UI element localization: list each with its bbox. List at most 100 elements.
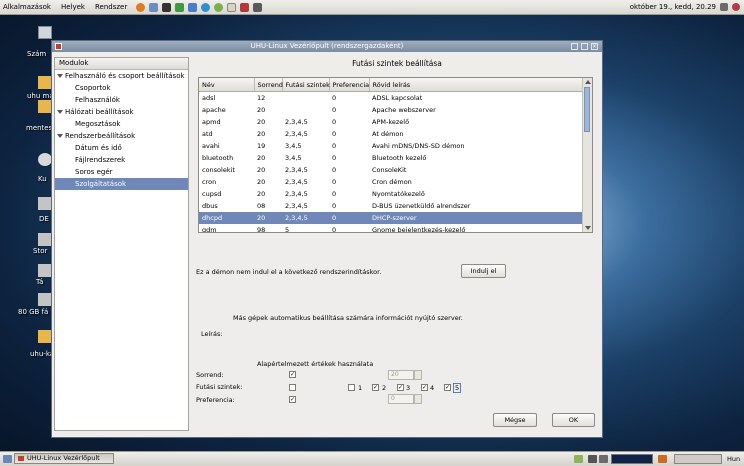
browser-icon[interactable]: [136, 2, 146, 12]
ok-button[interactable]: OK: [552, 413, 595, 427]
menu-places[interactable]: Helyek: [56, 3, 90, 11]
table-row[interactable]: cron 20 2,3,4,5 0 Cron démon: [199, 176, 584, 188]
sidebar-category-system[interactable]: Rendszerbeállítások: [55, 130, 188, 142]
table-row[interactable]: atd 20 2,3,4,5 0 At démon: [199, 128, 584, 140]
table-row[interactable]: apmd 20 2,3,4,5 0 APM-kezelő: [199, 116, 584, 128]
desktop-label-de[interactable]: DE: [39, 215, 49, 223]
menu-applications[interactable]: Alkalmazások: [0, 3, 56, 11]
runlevel-5-checkbox[interactable]: ✓: [444, 384, 451, 391]
desktop-label-harddisk[interactable]: 80 GB fá: [18, 308, 48, 316]
sidebar-item-services[interactable]: Szolgáltatások: [55, 178, 188, 190]
terminal-icon[interactable]: [162, 2, 172, 12]
order-default-checkbox[interactable]: ✓: [289, 371, 296, 378]
column-header-preference[interactable]: Preferencia: [329, 78, 370, 92]
sidebar-item-shares[interactable]: Megosztások: [55, 118, 188, 130]
table-cell: 2,3,4,5: [285, 202, 308, 210]
table-row[interactable]: avahi 19 3,4,5 0 Avahi mDNS/DNS-SD démon: [199, 140, 584, 152]
runlevel-4-checkbox[interactable]: ✓: [421, 384, 428, 391]
runlevel-1-checkbox[interactable]: [348, 384, 355, 391]
power-icon[interactable]: [732, 3, 740, 11]
table-row[interactable]: cupsd 20 2,3,4,5 0 Nyomtatókezelő: [199, 188, 584, 200]
maximize-icon[interactable]: [581, 43, 588, 50]
minimize-icon[interactable]: _: [571, 43, 578, 50]
office-icon[interactable]: [175, 2, 185, 12]
table-row[interactable]: dhcpd 20 2,3,4,5 0 DHCP-szerver: [199, 212, 584, 224]
table-row[interactable]: apache 20 0 Apache webszerver: [199, 104, 584, 116]
table-cell: 20: [257, 118, 266, 126]
sidebar-item-serial-mouse[interactable]: Soros egér: [55, 166, 188, 178]
table-row[interactable]: consolekit 20 2,3,4,5 0 ConsoleKit: [199, 164, 584, 176]
preference-stepper[interactable]: 0: [388, 394, 414, 404]
storage-icon[interactable]: [38, 233, 52, 246]
table-scrollbar[interactable]: [582, 78, 592, 232]
media-icon[interactable]: [201, 2, 211, 12]
clock[interactable]: október 19., kedd, 20.29: [630, 3, 716, 11]
expander-icon[interactable]: [57, 110, 63, 114]
cancel-button[interactable]: Mégse: [493, 413, 537, 427]
workspace-switcher[interactable]: [674, 454, 722, 464]
folder-icon[interactable]: [38, 100, 52, 113]
desktop-label-folder[interactable]: mentes: [26, 124, 52, 132]
desktop-label-storage[interactable]: Stor: [33, 247, 47, 255]
keyboard-layout[interactable]: Hun: [727, 455, 740, 463]
table-row[interactable]: bluetooth 20 3,4,5 0 Bluetooth kezelő: [199, 152, 584, 164]
order-label: Sorrend:: [196, 371, 224, 379]
runlevels-default-checkbox[interactable]: [289, 384, 296, 391]
desktop-label-home[interactable]: uhu ma: [27, 92, 54, 100]
scroll-down-icon[interactable]: [585, 226, 591, 230]
cpu-monitor[interactable]: [611, 454, 653, 464]
column-header-runlevels[interactable]: Futási szintek: [282, 78, 330, 92]
table-cell: Avahi mDNS/DNS-SD démon: [372, 142, 465, 150]
show-desktop-icon[interactable]: [3, 455, 12, 463]
expander-icon[interactable]: [57, 134, 63, 138]
window-titlebar[interactable]: UHU-Linux Vezérlőpult (rendszergazdaként…: [52, 41, 602, 52]
runlevel-2-checkbox[interactable]: ✓: [372, 384, 379, 391]
sidebar-category-network[interactable]: Hálózati beállítások: [55, 106, 188, 118]
runlevel-3-checkbox[interactable]: ✓: [397, 384, 404, 391]
column-header-order[interactable]: Sorrend: [254, 78, 283, 92]
email-icon[interactable]: [149, 2, 159, 12]
table-row[interactable]: dbus 08 2,3,4,5 0 D-BUS üzenetküldő alrendsz…: [199, 200, 584, 212]
desktop-label-computer[interactable]: Szám: [27, 50, 46, 58]
scrollbar-thumb[interactable]: [584, 87, 590, 132]
table-row[interactable]: gdm 98 5 0 Gnome bejelentkezés-kezelő: [199, 224, 584, 232]
taskbar-item-control-panel[interactable]: UHU-Linux Vezérlőpult: [14, 453, 114, 464]
chat-icon[interactable]: [214, 2, 224, 12]
book-icon[interactable]: [240, 2, 250, 12]
column-header-description[interactable]: Rövid leírás: [369, 78, 585, 92]
harddisk-icon[interactable]: [38, 293, 52, 306]
help-icon[interactable]: [253, 2, 263, 12]
cdrom-icon[interactable]: [38, 153, 52, 166]
battery-icon[interactable]: [599, 455, 608, 463]
network-icon[interactable]: [720, 3, 728, 11]
home-folder-icon[interactable]: [38, 76, 52, 89]
sidebar-item-users[interactable]: Felhasználók: [55, 94, 188, 106]
network-icon[interactable]: [574, 455, 583, 463]
preference-stepper-buttons[interactable]: [414, 394, 422, 404]
volume-icon[interactable]: [588, 455, 597, 463]
mail-icon[interactable]: [227, 2, 237, 12]
drive-icon[interactable]: [38, 264, 52, 277]
drive-icon[interactable]: [38, 197, 52, 210]
order-stepper-buttons[interactable]: [414, 370, 422, 380]
close-icon[interactable]: ×: [591, 43, 598, 50]
desktop-label-ta[interactable]: Tá: [36, 278, 43, 286]
column-header-name[interactable]: Név: [199, 78, 255, 92]
fox-icon[interactable]: [658, 455, 667, 463]
preference-default-checkbox[interactable]: ✓: [289, 396, 296, 403]
desktop-label-cdrom[interactable]: Ku: [38, 175, 47, 183]
sidebar-item-groups[interactable]: Csoportok: [55, 82, 188, 94]
order-stepper[interactable]: 20: [388, 370, 414, 380]
table-row[interactable]: adsl 12 0 ADSL kapcsolat: [199, 92, 584, 105]
sidebar-category-users[interactable]: Felhasználó és csoport beállítások: [55, 70, 188, 82]
scroll-up-icon[interactable]: [585, 80, 591, 84]
folder-icon[interactable]: [38, 330, 52, 343]
computer-icon[interactable]: [38, 26, 52, 39]
image-icon[interactable]: [188, 2, 198, 12]
sidebar-item-datetime[interactable]: Dátum és idő: [55, 142, 188, 154]
app-icon[interactable]: [55, 43, 62, 50]
sidebar-item-filesystems[interactable]: Fájlrendszerek: [55, 154, 188, 166]
expander-icon[interactable]: [57, 74, 63, 78]
start-service-button[interactable]: Indulj el: [461, 264, 506, 278]
menu-system[interactable]: Rendszer: [90, 3, 132, 11]
